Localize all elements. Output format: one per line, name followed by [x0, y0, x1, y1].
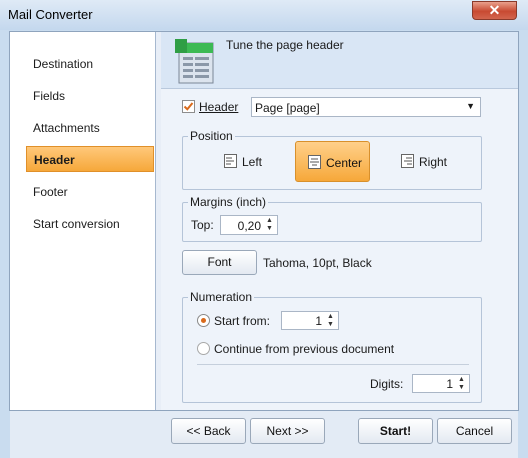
- align-right-button[interactable]: Right: [398, 152, 462, 172]
- margin-top-label: Top:: [191, 218, 214, 232]
- margins-group-title: Margins (inch): [188, 195, 269, 209]
- font-button[interactable]: Font: [182, 250, 257, 275]
- align-left-icon: [224, 154, 237, 168]
- font-description: Tahoma, 10pt, Black: [263, 256, 372, 270]
- margin-top-value: 0,20: [237, 219, 261, 233]
- start-from-radio[interactable]: [197, 314, 210, 327]
- header-checkbox-label[interactable]: Header: [199, 100, 238, 114]
- sidebar-item-header[interactable]: Header: [26, 146, 154, 172]
- document-header-icon: [173, 37, 221, 85]
- align-center-button[interactable]: Center: [295, 141, 370, 182]
- spin-up-icon[interactable]: ▲: [325, 313, 336, 321]
- page-title: Tune the page header: [226, 38, 344, 52]
- spin-down-icon[interactable]: ▼: [325, 321, 336, 329]
- checkmark-icon: [183, 102, 194, 111]
- numeration-group-title: Numeration: [188, 290, 255, 304]
- align-right-icon: [401, 154, 414, 168]
- start-from-stepper[interactable]: 1 ▲ ▼: [281, 311, 339, 330]
- position-group-title: Position: [188, 129, 235, 143]
- radio-dot-icon: [201, 318, 206, 323]
- chevron-down-icon[interactable]: ▼: [466, 101, 475, 111]
- next-button[interactable]: Next >>: [250, 418, 325, 444]
- align-center-label: Center: [326, 156, 363, 170]
- sidebar-item-destination[interactable]: Destination: [23, 51, 153, 77]
- digits-stepper[interactable]: 1 ▲ ▼: [412, 374, 470, 393]
- spin-down-icon[interactable]: ▼: [456, 384, 467, 392]
- continue-label[interactable]: Continue from previous document: [214, 342, 394, 356]
- start-from-label[interactable]: Start from:: [214, 314, 270, 328]
- digits-label: Digits:: [370, 377, 404, 391]
- numeration-divider: [197, 364, 469, 365]
- back-button[interactable]: << Back: [171, 418, 246, 444]
- margin-top-stepper[interactable]: 0,20 ▲ ▼: [220, 215, 278, 235]
- start-button[interactable]: Start!: [358, 418, 433, 444]
- header-format-select[interactable]: Page [page] ▼: [251, 97, 481, 117]
- close-button[interactable]: ✕: [472, 1, 517, 20]
- align-left-button[interactable]: Left: [221, 152, 285, 172]
- header-format-value: Page [page]: [255, 101, 320, 115]
- digits-value: 1: [446, 377, 453, 391]
- continue-radio[interactable]: [197, 342, 210, 355]
- sidebar-item-attachments[interactable]: Attachments: [23, 115, 153, 141]
- sidebar-item-fields[interactable]: Fields: [23, 83, 153, 109]
- start-from-value: 1: [315, 314, 322, 328]
- spin-down-icon[interactable]: ▼: [264, 225, 275, 233]
- header-checkbox[interactable]: [182, 100, 195, 113]
- sidebar-item-footer[interactable]: Footer: [23, 179, 153, 205]
- align-right-label: Right: [419, 155, 448, 169]
- header-checkbox-label-text: Header: [199, 100, 239, 114]
- align-left-label: Left: [242, 155, 263, 169]
- spin-up-icon[interactable]: ▲: [456, 376, 467, 384]
- cancel-button[interactable]: Cancel: [437, 418, 512, 444]
- window-title: Mail Converter: [8, 7, 93, 22]
- align-center-icon: [308, 155, 321, 169]
- spin-up-icon[interactable]: ▲: [264, 217, 275, 225]
- sidebar-item-start-conversion[interactable]: Start conversion: [23, 211, 153, 237]
